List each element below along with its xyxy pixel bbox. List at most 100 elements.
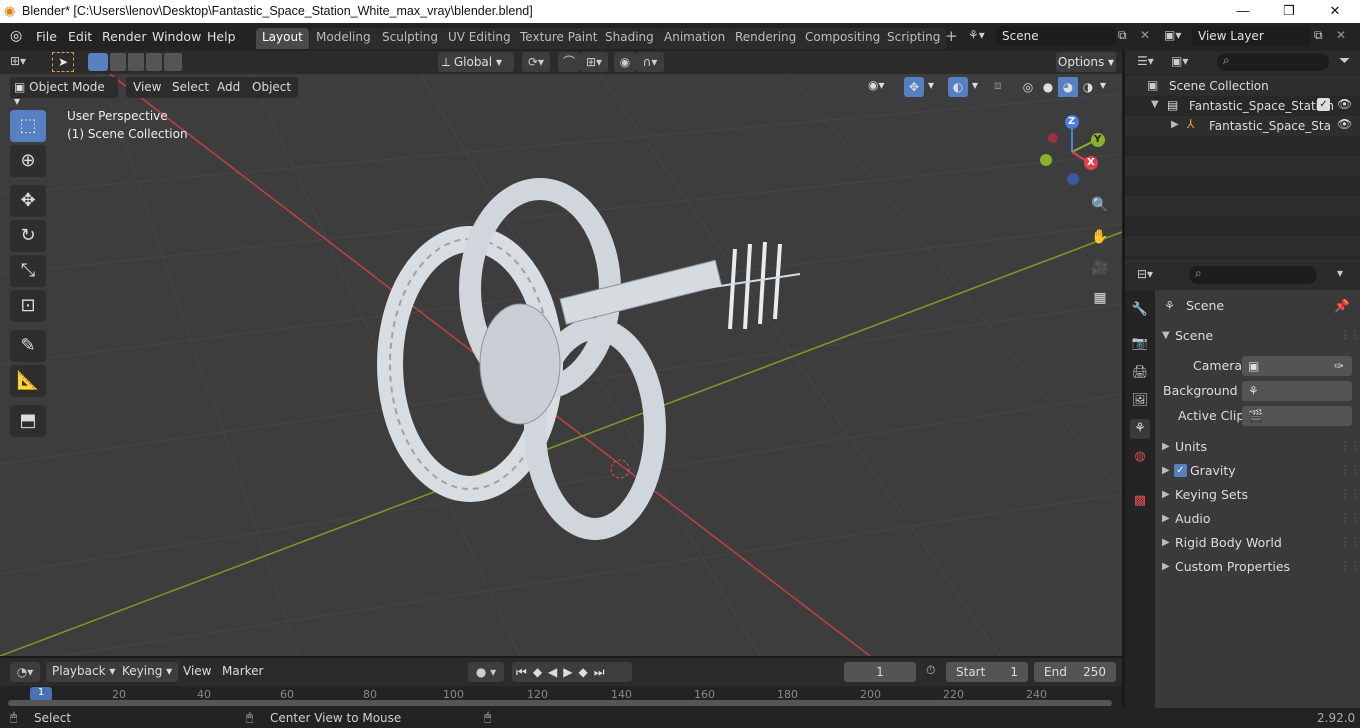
pivot-point-icon[interactable]: ⟳▾ — [522, 52, 550, 72]
pan-hand-icon[interactable]: ✋ — [1088, 225, 1112, 249]
overlay-dropdown-icon[interactable]: ▾ — [972, 78, 978, 92]
camera-view-icon[interactable]: 🎥 — [1088, 256, 1112, 280]
prev-keyframe-icon[interactable]: ◆ — [533, 665, 548, 679]
drag-handle-icon[interactable]: ⋮⋮ — [1340, 489, 1360, 500]
select-box-tool[interactable]: ⬚ — [10, 110, 46, 142]
zoom-icon[interactable]: 🔍 — [1088, 193, 1112, 217]
add-cube-tool[interactable]: ⬒ — [10, 405, 46, 437]
eye-icon[interactable]: 👁 — [1337, 117, 1352, 131]
remove-scene-icon[interactable]: ✕ — [1140, 28, 1150, 42]
rotate-tool[interactable]: ↻ — [10, 220, 46, 252]
drag-handle-icon[interactable]: ⋮⋮ — [1340, 537, 1360, 548]
keying-menu[interactable]: Keying ▾ — [116, 662, 179, 682]
panel-collapse-icon[interactable]: ▼ — [1162, 330, 1170, 341]
properties-editor-icon[interactable]: ⊟▾ — [1137, 267, 1153, 281]
viewport-menu-add[interactable]: Add — [210, 77, 248, 98]
viewport-3d[interactable]: User Perspective (1) Scene Collection ⬚ … — [0, 74, 1122, 656]
eye-icon[interactable]: 👁 — [1337, 97, 1352, 111]
units-section[interactable]: Units — [1175, 439, 1207, 454]
tab-modeling[interactable]: Modeling — [310, 28, 377, 49]
remove-view-layer-icon[interactable]: ✕ — [1336, 28, 1346, 42]
jump-start-icon[interactable]: ⏮ — [516, 665, 533, 679]
preview-range-icon[interactable]: ⏱ — [926, 663, 935, 678]
outliner-row[interactable]: ▣ Scene Collection — [1125, 76, 1360, 96]
perspective-grid-icon[interactable]: ▦ — [1088, 286, 1112, 310]
mode-dropdown[interactable]: ▣ Object Mode ▾ — [10, 77, 118, 108]
close-button[interactable]: ✕ — [1312, 0, 1358, 23]
pin-icon[interactable]: 📌 — [1334, 298, 1350, 314]
marker-menu[interactable]: Marker — [222, 664, 263, 678]
next-keyframe-icon[interactable]: ◆ — [579, 665, 594, 679]
tab-sculpting[interactable]: Sculpting — [376, 28, 445, 49]
drag-handle-icon[interactable]: ⋮⋮ — [1340, 330, 1360, 341]
timeline-editor-icon[interactable]: ◔▾ — [10, 662, 40, 682]
scene-tab-icon[interactable]: ⚘ — [1130, 419, 1150, 439]
measure-tool[interactable]: 📐 — [10, 365, 46, 397]
select-mode-new-icon[interactable] — [88, 53, 108, 71]
play-icon[interactable]: ▶ — [563, 665, 578, 679]
minimize-button[interactable]: — — [1220, 0, 1266, 23]
gizmo-toggle-icon[interactable]: ✥ — [904, 77, 924, 97]
menu-help[interactable]: Help — [207, 29, 236, 44]
expand-arrow-icon[interactable]: ▶ — [1162, 537, 1170, 548]
transform-orientation-dropdown[interactable]: ⟂ Global ▾ — [438, 52, 514, 72]
overlay-toggle-icon[interactable]: ◐ — [948, 77, 968, 97]
end-frame-field[interactable]: End 250 — [1034, 662, 1116, 682]
maximize-button[interactable]: ❐ — [1266, 0, 1312, 23]
tab-compositing[interactable]: Compositing — [799, 28, 887, 49]
material-shading-icon[interactable]: ◕ — [1058, 77, 1078, 97]
camera-field[interactable]: ▣ ✑ — [1242, 356, 1352, 376]
rigid-body-world-section[interactable]: Rigid Body World — [1175, 535, 1282, 550]
scale-tool[interactable]: ⤡ — [10, 255, 46, 287]
editor-type-icon[interactable]: ⊞▾ — [10, 54, 26, 68]
current-frame-field[interactable]: 1 — [844, 662, 916, 682]
display-mode-icon[interactable]: ▣▾ — [1171, 54, 1188, 68]
new-scene-icon[interactable]: ⧉ — [1118, 28, 1127, 43]
gravity-checkbox[interactable]: ✓ — [1174, 464, 1187, 477]
custom-properties-section[interactable]: Custom Properties — [1175, 559, 1290, 574]
expand-arrow-icon[interactable]: ▶ — [1162, 489, 1170, 500]
tab-shading[interactable]: Shading — [599, 28, 660, 49]
falloff-icon[interactable]: ∩▾ — [636, 52, 664, 72]
jump-end-icon[interactable]: ⏭ — [594, 665, 611, 679]
drag-handle-icon[interactable]: ⋮⋮ — [1340, 441, 1360, 452]
tool-tab-icon[interactable]: 🔧 — [1130, 300, 1150, 320]
view-layer-icon[interactable]: ▣▾ — [1164, 28, 1181, 42]
render-tab-icon[interactable]: 📷 — [1130, 334, 1150, 354]
cursor-tool[interactable]: ⊕ — [10, 145, 46, 177]
drag-handle-icon[interactable]: ⋮⋮ — [1340, 513, 1360, 524]
blender-menu-icon[interactable]: ◎ — [10, 28, 22, 44]
proportional-edit-icon[interactable]: ◉ — [614, 52, 636, 72]
expand-arrow-icon[interactable]: ▶ — [1162, 441, 1170, 452]
properties-search-input[interactable]: ⌕ — [1189, 266, 1317, 284]
snap-target-icon[interactable]: ⊞▾ — [580, 52, 608, 72]
expand-arrow-icon[interactable]: ▼ — [1151, 99, 1159, 110]
transform-tool[interactable]: ⊡ — [10, 290, 46, 322]
scene-icon[interactable]: ⚘▾ — [968, 28, 985, 42]
view-layer-tab-icon[interactable]: 🖼 — [1130, 391, 1150, 411]
active-clip-field[interactable]: 🎬 — [1242, 406, 1352, 426]
wireframe-shading-icon[interactable]: ◎ — [1018, 77, 1038, 97]
play-reverse-icon[interactable]: ◀ — [548, 665, 563, 679]
view-layer-field[interactable]: View Layer — [1192, 26, 1310, 46]
new-view-layer-icon[interactable]: ⧉ — [1314, 28, 1323, 43]
shading-dropdown-icon[interactable]: ▾ — [1100, 78, 1106, 92]
select-mode-subtract-icon[interactable] — [128, 53, 144, 71]
playback-menu[interactable]: Playback ▾ — [46, 662, 122, 682]
solid-shading-icon[interactable]: ● — [1038, 77, 1058, 97]
gizmo-dropdown-icon[interactable]: ▾ — [928, 78, 934, 92]
filter-icon[interactable]: ⏷ — [1339, 53, 1350, 69]
viewport-menu-view[interactable]: View — [126, 77, 169, 98]
select-mode-intersect-icon[interactable] — [164, 53, 182, 71]
menu-edit[interactable]: Edit — [68, 29, 92, 44]
start-frame-field[interactable]: Start 1 — [946, 662, 1028, 682]
xray-icon[interactable]: ⧈ — [994, 78, 1002, 93]
timeline-view-menu[interactable]: View — [183, 664, 211, 678]
tab-uv-editing[interactable]: UV Editing — [442, 28, 517, 49]
playhead[interactable]: 1 — [30, 687, 52, 701]
world-tab-icon[interactable]: ◍ — [1130, 447, 1150, 467]
tab-texture-paint[interactable]: Texture Paint — [514, 28, 604, 49]
drag-handle-icon[interactable]: ⋮⋮ — [1340, 561, 1360, 572]
keying-sets-section[interactable]: Keying Sets — [1175, 487, 1248, 502]
visibility-icon[interactable]: ◉▾ — [868, 78, 885, 92]
